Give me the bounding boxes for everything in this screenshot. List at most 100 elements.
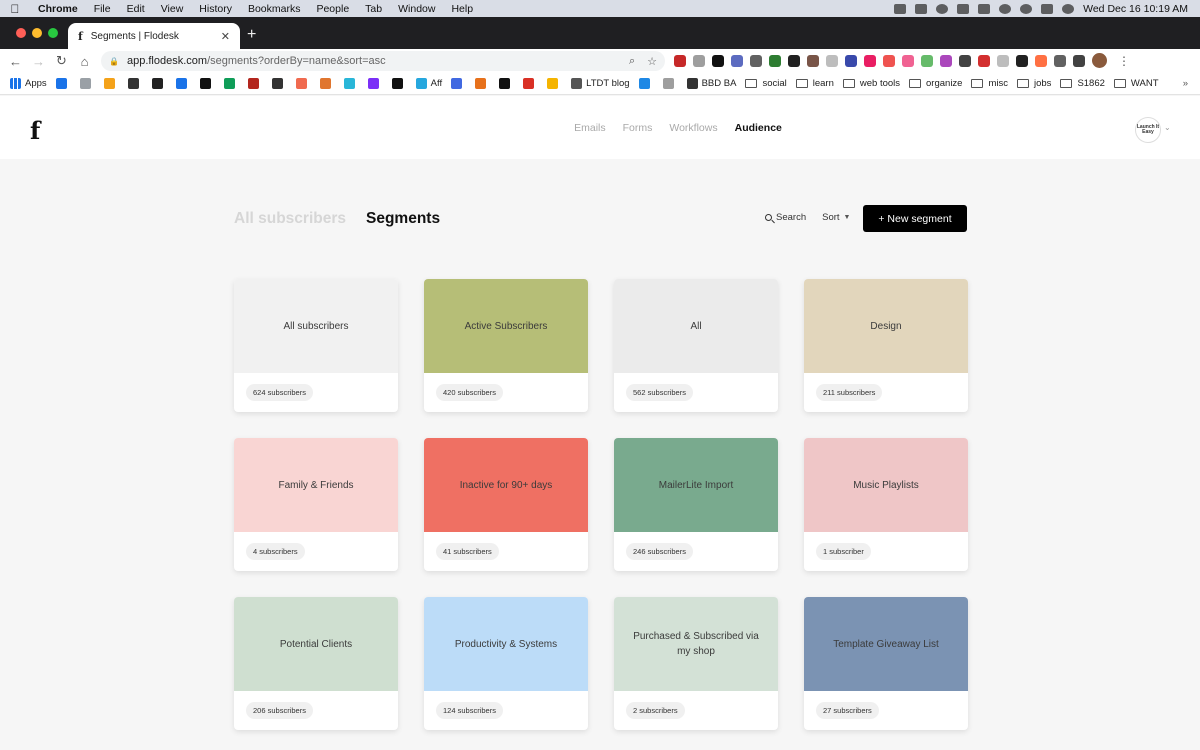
new-segment-button[interactable]: + New segment bbox=[863, 205, 967, 232]
extension-icon[interactable] bbox=[1054, 54, 1066, 67]
extension-icon[interactable] bbox=[693, 54, 705, 67]
zoom-window-button[interactable] bbox=[48, 28, 58, 38]
bookmark-item[interactable]: LTDT blog bbox=[571, 78, 630, 89]
extension-icon[interactable] bbox=[788, 54, 800, 67]
extension-icon[interactable] bbox=[807, 54, 819, 67]
bookmark-folder[interactable]: web tools bbox=[842, 78, 900, 89]
puzzle-extensions-icon[interactable] bbox=[1073, 54, 1085, 67]
more-menu-icon[interactable]: ⋮ bbox=[1118, 54, 1130, 68]
menu-window[interactable]: Window bbox=[390, 3, 443, 15]
battery-icon[interactable] bbox=[978, 3, 991, 14]
menu-people[interactable]: People bbox=[308, 3, 357, 15]
nav-workflows[interactable]: Workflows bbox=[669, 122, 717, 134]
bookmark-item[interactable]: Aff bbox=[415, 78, 442, 89]
status-menu-icon[interactable] bbox=[915, 3, 928, 14]
menu-history[interactable]: History bbox=[191, 3, 240, 15]
segment-card[interactable]: Music Playlists 1 subscriber bbox=[804, 438, 968, 571]
segment-card[interactable]: All 562 subscribers bbox=[614, 279, 778, 412]
spotlight-icon[interactable] bbox=[1020, 3, 1033, 14]
control-center-icon[interactable] bbox=[1041, 3, 1054, 14]
segment-card[interactable]: Inactive for 90+ days 41 subscribers bbox=[424, 438, 588, 571]
extension-icon[interactable] bbox=[731, 54, 743, 67]
profile-avatar[interactable] bbox=[1092, 53, 1107, 68]
bookmark-folder[interactable]: social bbox=[745, 78, 787, 89]
nav-emails[interactable]: Emails bbox=[574, 122, 606, 134]
bookmark-item[interactable] bbox=[175, 78, 191, 89]
reload-icon[interactable]: ↻ bbox=[50, 53, 73, 69]
bookmark-item[interactable] bbox=[451, 78, 466, 89]
bookmark-item[interactable] bbox=[247, 78, 263, 89]
bookmark-item[interactable] bbox=[79, 78, 95, 89]
bookmark-item[interactable] bbox=[319, 78, 335, 89]
menu-view[interactable]: View bbox=[153, 3, 192, 15]
bookmark-item[interactable] bbox=[475, 78, 490, 89]
bookmark-item[interactable] bbox=[199, 78, 215, 89]
bookmark-folder[interactable]: misc bbox=[971, 78, 1008, 89]
new-tab-button[interactable]: + bbox=[247, 26, 256, 44]
forward-arrow-icon[interactable]: → bbox=[27, 54, 50, 69]
extension-icon[interactable] bbox=[712, 54, 724, 67]
tab-segments-flodesk[interactable]: f Segments | Flodesk ✕ bbox=[68, 23, 240, 49]
back-arrow-icon[interactable]: ← bbox=[4, 54, 27, 69]
segment-card[interactable]: Purchased & Subscribed via my shop 2 subs… bbox=[614, 597, 778, 730]
clock[interactable]: Wed Dec 16 10:19 AM bbox=[1083, 3, 1188, 15]
menu-help[interactable]: Help bbox=[443, 3, 481, 15]
extension-icon[interactable] bbox=[921, 54, 933, 67]
bookmark-item[interactable] bbox=[127, 78, 143, 89]
bookmark-item[interactable]: BBD BA bbox=[686, 78, 736, 89]
segment-card[interactable]: Family & Friends 4 subscribers bbox=[234, 438, 398, 571]
bookmark-folder[interactable]: WANT bbox=[1113, 78, 1159, 89]
bookmark-item[interactable] bbox=[271, 78, 287, 89]
extension-icon[interactable] bbox=[997, 54, 1009, 67]
bookmark-apps[interactable]: Apps bbox=[10, 78, 47, 89]
nav-audience[interactable]: Audience bbox=[735, 122, 782, 134]
address-bar[interactable]: 🔒 app.flodesk.com/segments?orderBy=name&… bbox=[101, 51, 665, 71]
chevron-down-icon[interactable]: ⌄ bbox=[1164, 123, 1171, 132]
extension-icon[interactable] bbox=[845, 54, 857, 67]
extension-icon[interactable] bbox=[674, 54, 686, 67]
sort-dropdown[interactable]: Sort ▼ bbox=[822, 212, 850, 223]
close-window-button[interactable] bbox=[16, 28, 26, 38]
menu-app-chrome[interactable]: Chrome bbox=[30, 3, 86, 15]
close-tab-icon[interactable]: ✕ bbox=[221, 30, 230, 43]
zoom-search-icon[interactable]: ⌕ bbox=[629, 55, 635, 68]
tab-all-subscribers[interactable]: All subscribers bbox=[234, 210, 346, 228]
bookmark-folder[interactable]: learn bbox=[795, 78, 834, 89]
bookmark-item[interactable] bbox=[367, 78, 383, 89]
tab-segments[interactable]: Segments bbox=[366, 210, 440, 228]
wifi-icon[interactable] bbox=[999, 3, 1012, 14]
extension-icon[interactable] bbox=[1035, 54, 1047, 67]
siri-icon[interactable] bbox=[1062, 3, 1075, 14]
bookmark-item[interactable] bbox=[499, 78, 514, 89]
bookmark-item[interactable] bbox=[662, 78, 678, 89]
segment-card[interactable]: Design 211 subscribers bbox=[804, 279, 968, 412]
extension-icon[interactable] bbox=[883, 54, 895, 67]
extension-icon[interactable] bbox=[940, 54, 952, 67]
bookmark-item[interactable] bbox=[295, 78, 311, 89]
segment-card[interactable]: Productivity & Systems 124 subscribers bbox=[424, 597, 588, 730]
extension-icon[interactable] bbox=[750, 54, 762, 67]
bookmark-item[interactable] bbox=[343, 78, 359, 89]
menu-bookmarks[interactable]: Bookmarks bbox=[240, 3, 309, 15]
home-icon[interactable]: ⌂ bbox=[73, 54, 96, 69]
status-menu-icon[interactable] bbox=[894, 3, 907, 14]
extension-icon[interactable] bbox=[769, 54, 781, 67]
bookmark-item[interactable] bbox=[151, 78, 167, 89]
bookmark-item[interactable] bbox=[103, 78, 119, 89]
bluetooth-icon[interactable] bbox=[957, 3, 970, 14]
search-button[interactable]: Search bbox=[765, 212, 806, 223]
nav-forms[interactable]: Forms bbox=[623, 122, 653, 134]
menu-file[interactable]: File bbox=[86, 3, 119, 15]
account-avatar[interactable]: Launch It Easy bbox=[1135, 117, 1161, 143]
bookmark-folder[interactable]: S1862 bbox=[1060, 78, 1105, 89]
extension-icon[interactable] bbox=[1016, 54, 1028, 67]
bookmark-item[interactable] bbox=[55, 78, 71, 89]
bookmark-item[interactable] bbox=[638, 78, 654, 89]
segment-card[interactable]: MailerLite Import 246 subscribers bbox=[614, 438, 778, 571]
apple-menu-icon[interactable]:  bbox=[0, 2, 30, 16]
extension-icon[interactable] bbox=[902, 54, 914, 67]
bookmarks-overflow-button[interactable]: » bbox=[1183, 78, 1200, 89]
bookmark-item[interactable] bbox=[547, 78, 562, 89]
segment-card[interactable]: Active Subscribers 420 subscribers bbox=[424, 279, 588, 412]
menu-edit[interactable]: Edit bbox=[119, 3, 153, 15]
